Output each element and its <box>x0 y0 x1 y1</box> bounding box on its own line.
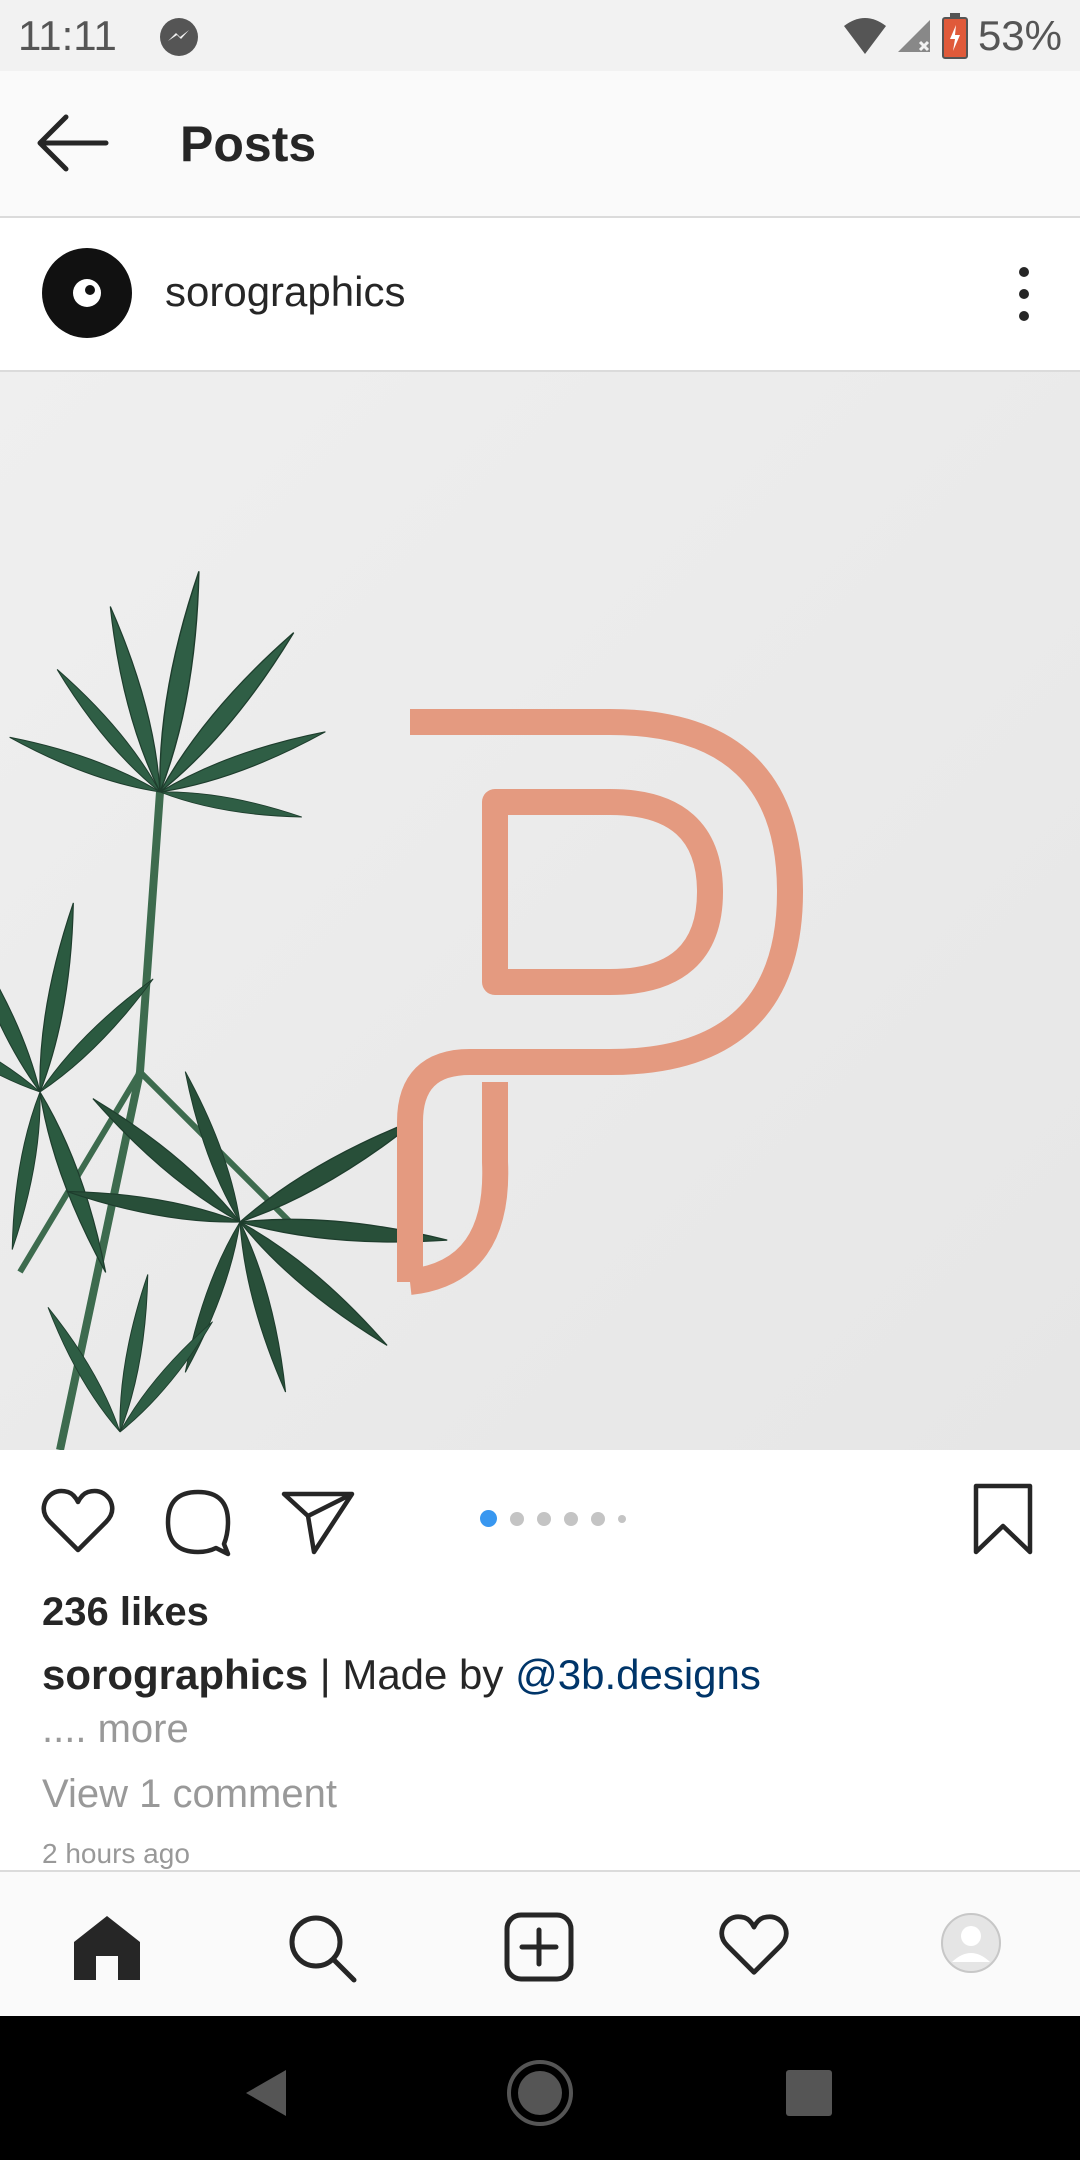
post-photo <box>0 372 1080 1450</box>
carousel-dot <box>510 1511 524 1526</box>
caption: sorographics | Made by @3b.designs <box>42 1651 761 1699</box>
carousel-dot <box>591 1511 605 1526</box>
more-options-icon[interactable] <box>1018 264 1030 324</box>
caption-mention-link[interactable]: @3b.designs <box>515 1651 761 1698</box>
likes-count[interactable]: 236 likes <box>42 1590 209 1635</box>
carousel-dot <box>537 1511 551 1526</box>
carousel-dot <box>480 1510 497 1527</box>
status-bar: 11:11 53% <box>0 0 1080 71</box>
view-comments-link[interactable]: View 1 comment <box>42 1772 337 1817</box>
post-action-bar <box>0 1450 1080 1590</box>
signal-icon <box>897 20 930 52</box>
caption-more-link[interactable]: .... more <box>42 1707 189 1752</box>
post-header: sorographics <box>0 218 1080 372</box>
battery-icon <box>941 13 968 59</box>
post-timestamp: 2 hours ago <box>42 1838 190 1869</box>
carousel-indicator <box>480 1510 639 1527</box>
wifi-icon <box>843 18 886 54</box>
status-time: 11:11 <box>18 12 117 59</box>
caption-username[interactable]: sorographics <box>42 1651 308 1698</box>
page-title: Posts <box>180 116 317 172</box>
android-recents-icon[interactable] <box>786 2070 832 2116</box>
profile-logo-icon <box>73 279 101 307</box>
battery-percent: 53% <box>977 12 1062 59</box>
status-indicators: 53% <box>842 10 1062 62</box>
profile-avatar-icon[interactable] <box>940 1912 1002 1974</box>
avatar[interactable] <box>42 248 132 338</box>
carousel-dot <box>564 1511 578 1526</box>
post-image[interactable] <box>0 372 1080 1450</box>
home-icon[interactable] <box>70 1912 144 1982</box>
activity-heart-icon[interactable] <box>718 1912 790 1978</box>
back-arrow-icon[interactable] <box>34 111 110 175</box>
bookmark-icon[interactable] <box>972 1482 1034 1556</box>
like-heart-icon[interactable] <box>40 1486 116 1556</box>
android-navigation-bar <box>0 2016 1080 2160</box>
search-icon[interactable] <box>286 1912 358 1984</box>
android-home-icon[interactable] <box>505 2058 575 2128</box>
carousel-dot <box>618 1514 626 1523</box>
caption-text: | Made by <box>308 1651 516 1698</box>
app-header: Posts <box>0 71 1080 218</box>
messenger-icon <box>160 18 198 56</box>
comment-icon[interactable] <box>162 1486 234 1558</box>
share-send-icon[interactable] <box>280 1486 356 1556</box>
bottom-tab-bar <box>0 1870 1080 2017</box>
post-username[interactable]: sorographics <box>165 268 405 316</box>
android-back-icon[interactable] <box>244 2068 288 2118</box>
new-post-icon[interactable] <box>504 1912 574 1982</box>
